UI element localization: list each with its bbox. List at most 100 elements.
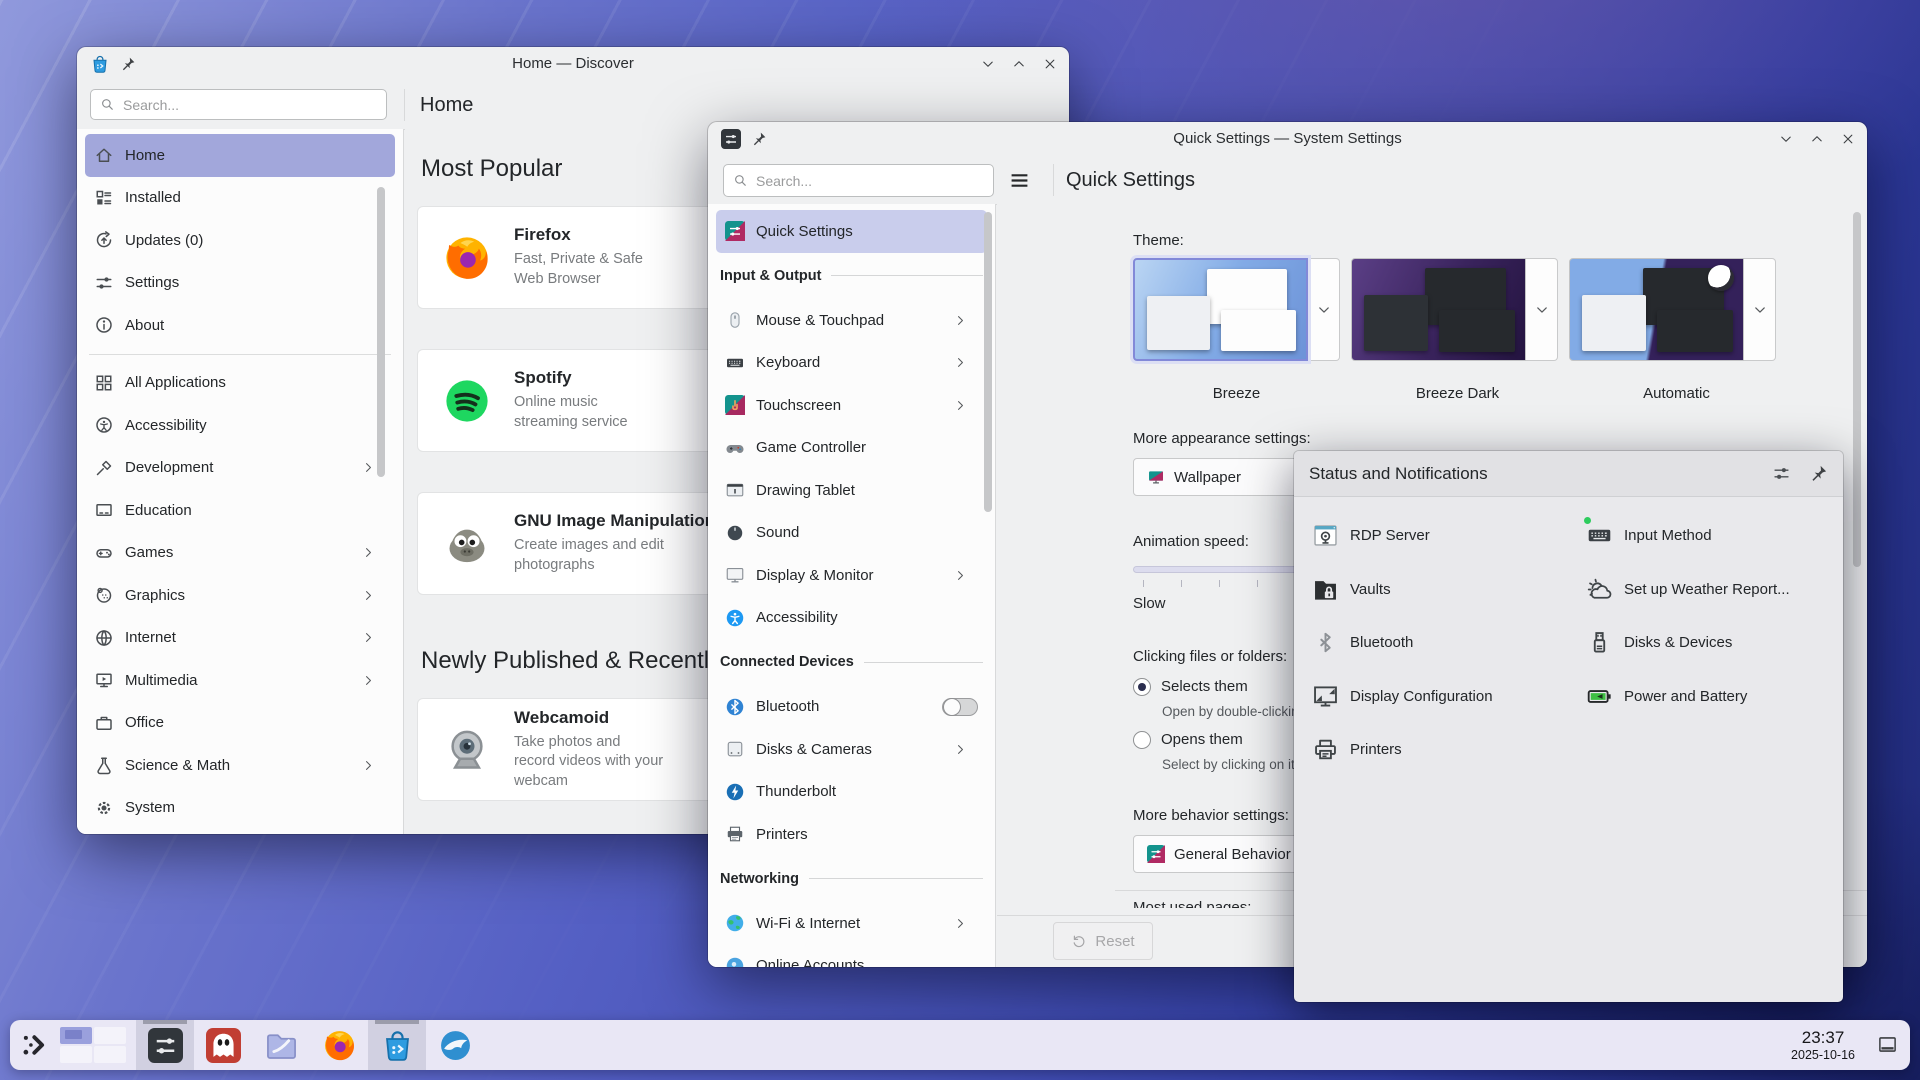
tray-entry[interactable]: Power and Battery [1562, 670, 1790, 724]
app-launcher-button[interactable] [10, 1020, 58, 1070]
theme-dropdown-button[interactable] [1308, 258, 1340, 361]
theme-option-Breeze Dark[interactable] [1351, 258, 1558, 361]
close-icon[interactable] [1043, 57, 1057, 71]
tray-entry[interactable]: Bluetooth [1294, 616, 1562, 670]
sidebar-item[interactable]: Game Controller [716, 427, 987, 470]
sidebar-item[interactable]: Disks & Cameras [716, 728, 987, 771]
sidebar-item[interactable]: Bluetooth [716, 686, 987, 729]
tray-entry[interactable]: Disks & Devices [1562, 616, 1790, 670]
task-button-falkon[interactable] [426, 1020, 484, 1070]
maximize-icon[interactable] [1810, 132, 1824, 146]
sidebar-item[interactable]: Science & Math [85, 744, 395, 787]
minimize-icon[interactable] [981, 57, 995, 71]
discover-search[interactable] [90, 89, 387, 120]
theme-dropdown-button[interactable] [1744, 258, 1776, 361]
pin-icon[interactable] [751, 131, 767, 147]
tray-icon[interactable] [1415, 1034, 1436, 1055]
sidebar-item[interactable]: Display & Monitor [716, 554, 987, 597]
task-button-dolphin[interactable] [252, 1020, 310, 1070]
sidebar-item[interactable]: Graphics [85, 574, 395, 617]
pager-desktop-1[interactable] [60, 1027, 92, 1044]
tray-entry[interactable]: Display Configuration [1294, 670, 1562, 724]
pin-icon[interactable] [1809, 464, 1828, 483]
settings-titlebar[interactable]: Quick Settings — System Settings [708, 122, 1867, 156]
sidebar-item[interactable]: Mouse & Touchpad [716, 299, 987, 342]
close-icon[interactable] [1841, 132, 1855, 146]
digital-clock[interactable]: 23:37 2025-10-16 [1791, 1028, 1855, 1063]
selects-them-radio[interactable] [1133, 678, 1151, 696]
weather-icon [1586, 576, 1613, 603]
tray-icon[interactable] [1674, 1034, 1695, 1055]
sidebar-item[interactable]: Games [85, 532, 395, 575]
sidebar-item[interactable]: Accessibility [716, 597, 987, 640]
pager-desktop-3[interactable] [60, 1046, 92, 1063]
theme-preview[interactable] [1133, 258, 1308, 361]
tray-icon[interactable] [1600, 1034, 1621, 1055]
pin-icon[interactable] [120, 56, 136, 72]
sidebar-item[interactable]: Settings [85, 262, 395, 305]
pager-desktop-4[interactable] [94, 1046, 126, 1063]
opens-them-radio[interactable] [1133, 731, 1151, 749]
discover-titlebar[interactable]: Home — Discover [77, 47, 1069, 81]
sidebar-item[interactable]: Keyboard [716, 342, 987, 385]
task-button-discover[interactable] [368, 1020, 426, 1070]
sidebar-item[interactable]: Installed [85, 177, 395, 220]
discover-search-input[interactable] [121, 96, 377, 114]
tray-entry[interactable]: Set up Weather Report... [1562, 563, 1790, 617]
tray-icon[interactable] [1526, 1034, 1547, 1055]
theme-preview[interactable] [1569, 258, 1744, 361]
tray-icon[interactable] [1637, 1034, 1658, 1055]
virtual-desktop-pager[interactable] [60, 1027, 126, 1063]
configure-icon[interactable] [1772, 464, 1791, 483]
sidebar-item[interactable]: About [85, 304, 395, 347]
sidebar-item[interactable]: Sound [716, 512, 987, 555]
tray-entry[interactable]: Input Method [1562, 509, 1790, 563]
sidebar-item[interactable]: Wi-Fi & Internet [716, 902, 987, 945]
sidebar-item[interactable]: System [85, 787, 395, 830]
tray-icon[interactable] [1748, 1034, 1769, 1055]
sidebar-item[interactable]: Office [85, 702, 395, 745]
sidebar-item[interactable]: Multimedia [85, 659, 395, 702]
reset-button[interactable]: Reset [1053, 922, 1153, 960]
task-button-system-settings[interactable] [136, 1020, 194, 1070]
sidebar-item[interactable]: Drawing Tablet [716, 469, 987, 512]
sidebar-item[interactable]: Quick Settings [716, 210, 987, 253]
sidebar-item[interactable]: Home [85, 134, 395, 177]
tray-entry[interactable]: RDP Server [1294, 509, 1562, 563]
bluetooth-toggle[interactable] [942, 698, 978, 716]
maximize-icon[interactable] [1012, 57, 1026, 71]
theme-preview[interactable] [1351, 258, 1526, 361]
show-desktop-button[interactable] [1877, 1034, 1898, 1055]
tray-icon[interactable] [1489, 1034, 1510, 1055]
sidebar-scrollbar[interactable] [377, 187, 385, 477]
sidebar-item[interactable]: Printers [716, 813, 987, 856]
menu-icon[interactable] [1008, 169, 1031, 192]
tray-icon[interactable] [1711, 1034, 1732, 1055]
content-scrollbar[interactable] [1853, 212, 1861, 567]
tray-icon[interactable] [1563, 1034, 1584, 1055]
sidebar-item[interactable]: Education [85, 489, 395, 532]
theme-option-Breeze[interactable] [1133, 258, 1340, 361]
settings-search-input[interactable] [754, 172, 984, 190]
tray-entry[interactable]: Printers [1294, 723, 1562, 777]
wallpaper-button[interactable]: Wallpaper [1133, 458, 1303, 496]
sidebar-item[interactable]: Development [85, 447, 395, 490]
sidebar-scrollbar[interactable] [984, 212, 992, 512]
sidebar-item[interactable]: Updates (0) [85, 219, 395, 262]
theme-dropdown-button[interactable] [1526, 258, 1558, 361]
tray-icon[interactable] [1452, 1034, 1473, 1055]
sidebar-item[interactable]: Accessibility [85, 404, 395, 447]
sidebar-item[interactable]: Thunderbolt [716, 771, 987, 814]
pager-desktop-2[interactable] [94, 1027, 126, 1044]
tray-entry[interactable]: Vaults [1294, 563, 1562, 617]
sidebar-item[interactable]: Internet [85, 617, 395, 660]
minimize-icon[interactable] [1779, 132, 1793, 146]
theme-option-Automatic[interactable] [1569, 258, 1776, 361]
task-button-ghostwriter[interactable] [194, 1020, 252, 1070]
sidebar-item[interactable]: Online Accounts [716, 945, 987, 968]
settings-search[interactable] [723, 164, 994, 197]
sidebar-item[interactable]: Touchscreen [716, 384, 987, 427]
bt-blue-icon [725, 697, 745, 717]
sidebar-item[interactable]: All Applications [85, 362, 395, 405]
task-button-firefox[interactable] [310, 1020, 368, 1070]
